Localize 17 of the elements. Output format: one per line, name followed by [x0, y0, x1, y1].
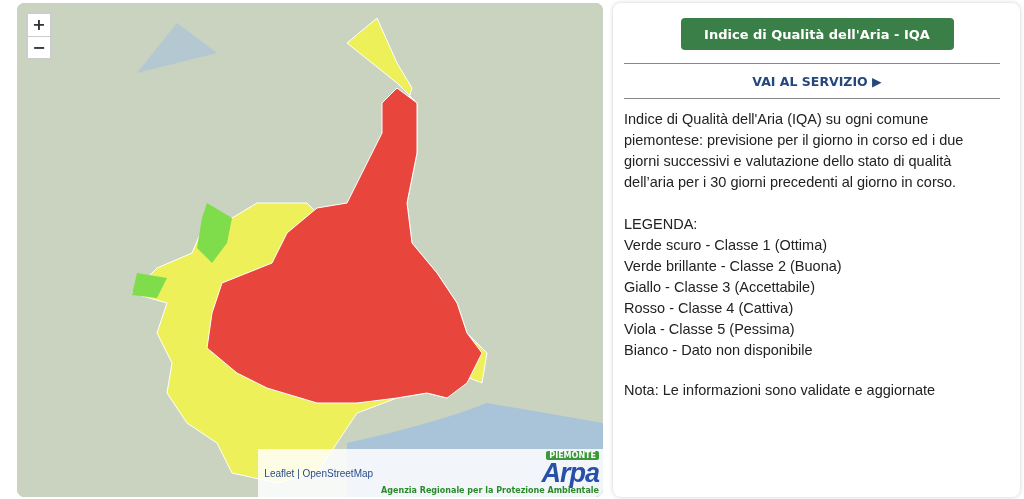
legend-title: LEGENDA: — [624, 215, 699, 234]
legend-item: Verde scuro - Classe 1 (Ottima) — [624, 236, 829, 255]
service-link[interactable]: VAI AL SERVIZIO ▶ — [752, 74, 882, 89]
attribution-link[interactable]: Leaflet | OpenStreetMap — [264, 467, 374, 479]
legend-item: Rosso - Classe 4 (Cattiva) — [624, 299, 795, 318]
note-text: Nota: Le informazioni sono validate e aggiornate — [624, 381, 937, 400]
title-button[interactable]: Indice di Qualità dell'Aria - IQA — [680, 18, 954, 50]
description-text: Indice di Qualità dell'Aria (IQA) su ogni comune piemontese: previsione per il giorno in corso ed i due giorni successivi e valutazione dello stato di qualità dell’aria per i 30 giorni precedenti al giorno in corso. — [624, 110, 965, 192]
zoom-out-button[interactable]: − — [28, 36, 50, 58]
legend-item: Giallo - Classe 3 (Accettabile) — [624, 278, 816, 297]
logo-text: Arpa — [541, 460, 599, 486]
map-drawing[interactable] — [17, 3, 603, 497]
legend-item: Bianco - Dato non disponibile — [624, 341, 814, 360]
legend-item: Viola - Classe 5 (Pessima) — [624, 320, 796, 339]
logo-subtitle: Agenzia Regionale per la Protezione Ambientale — [381, 486, 599, 495]
logo-region-label: PIEMONTE — [546, 451, 599, 460]
legend-item: Verde brillante - Classe 2 (Buona) — [624, 257, 843, 276]
